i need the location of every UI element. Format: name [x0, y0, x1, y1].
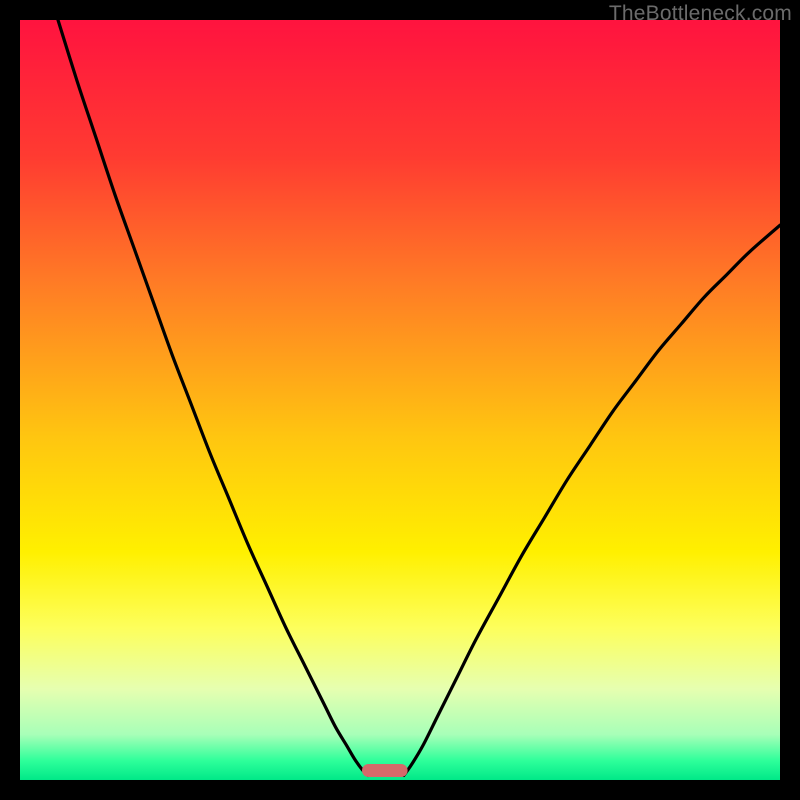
- chart-frame: [20, 20, 780, 780]
- marker-layer: [362, 764, 408, 777]
- watermark-text: TheBottleneck.com: [609, 2, 792, 26]
- chart-svg: [20, 20, 780, 780]
- bottleneck-marker: [362, 764, 408, 777]
- gradient-background: [20, 20, 780, 780]
